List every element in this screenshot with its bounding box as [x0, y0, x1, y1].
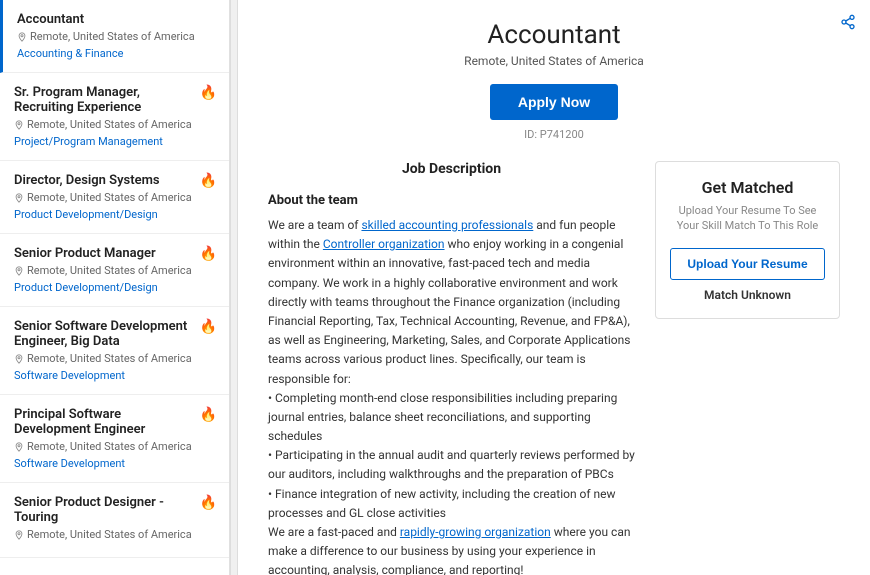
get-matched-title: Get Matched — [670, 178, 825, 197]
sidebar-item[interactable]: Senior Product Manager Remote, United Sta… — [0, 234, 229, 307]
sidebar-item[interactable]: Accountant Remote, United States of Ameri… — [0, 0, 229, 73]
share-icon[interactable] — [840, 14, 856, 34]
sidebar-job-category: Software Development — [14, 457, 215, 470]
hot-icon: 🔥 — [200, 85, 217, 101]
upload-resume-button[interactable]: Upload Your Resume — [670, 248, 825, 280]
sidebar-job-category: Product Development/Design — [14, 208, 215, 221]
section-title: Job Description — [268, 161, 635, 177]
get-matched-panel: Get Matched Upload Your Resume To See Yo… — [655, 161, 840, 319]
sidebar-item[interactable]: Principal Software Development Engineer R… — [0, 395, 229, 483]
match-status: Match Unknown — [670, 288, 825, 302]
sidebar-job-category: Accounting & Finance — [17, 47, 215, 60]
about-team-body: We are a team of skilled accounting prof… — [268, 216, 635, 575]
about-team-heading: About the team — [268, 193, 635, 208]
sidebar-job-location: Remote, United States of America — [14, 264, 215, 277]
sidebar-job-location: Remote, United States of America — [14, 352, 215, 365]
job-id: ID: P741200 — [268, 128, 840, 141]
sidebar-job-title: Senior Software Development Engineer, Bi… — [14, 319, 215, 349]
hot-icon: 🔥 — [200, 173, 217, 189]
sidebar-job-location: Remote, United States of America — [14, 191, 215, 204]
sidebar-job-title: Director, Design Systems — [14, 173, 215, 188]
sidebar-job-category: Software Development — [14, 369, 215, 382]
sidebar-job-category: Project/Program Management — [14, 135, 215, 148]
job-description-section: Job Description About the team We are a … — [268, 161, 635, 575]
hot-icon: 🔥 — [200, 407, 217, 423]
get-matched-subtitle: Upload Your Resume To See Your Skill Mat… — [670, 203, 825, 234]
job-title: Accountant — [268, 20, 840, 50]
main-content: Accountant Remote, United States of Amer… — [238, 0, 870, 575]
sidebar-job-location: Remote, United States of America — [14, 118, 215, 131]
hot-icon: 🔥 — [200, 246, 217, 262]
sidebar-item[interactable]: Senior Product Designer - Touring Remote,… — [0, 483, 229, 558]
sidebar-item[interactable]: Sr. Program Manager, Recruiting Experien… — [0, 73, 229, 161]
resize-divider[interactable] — [230, 0, 238, 575]
hot-icon: 🔥 — [200, 495, 217, 511]
sidebar-job-location: Remote, United States of America — [17, 30, 215, 43]
sidebar-job-title: Principal Software Development Engineer — [14, 407, 215, 437]
job-location: Remote, United States of America — [268, 54, 840, 68]
sidebar-item[interactable]: Senior Software Development Engineer, Bi… — [0, 307, 229, 395]
sidebar-job-category: Product Development/Design — [14, 281, 215, 294]
sidebar-item[interactable]: Director, Design Systems Remote, United S… — [0, 161, 229, 234]
sidebar-job-location: Remote, United States of America — [14, 528, 215, 541]
sidebar: Accountant Remote, United States of Ameri… — [0, 0, 230, 575]
sidebar-job-location: Remote, United States of America — [14, 440, 215, 453]
sidebar-job-title: Senior Product Designer - Touring — [14, 495, 215, 525]
sidebar-job-title: Sr. Program Manager, Recruiting Experien… — [14, 85, 215, 115]
sidebar-job-title: Accountant — [17, 12, 215, 27]
sidebar-job-title: Senior Product Manager — [14, 246, 215, 261]
apply-now-button[interactable]: Apply Now — [490, 84, 618, 120]
hot-icon: 🔥 — [200, 319, 217, 335]
